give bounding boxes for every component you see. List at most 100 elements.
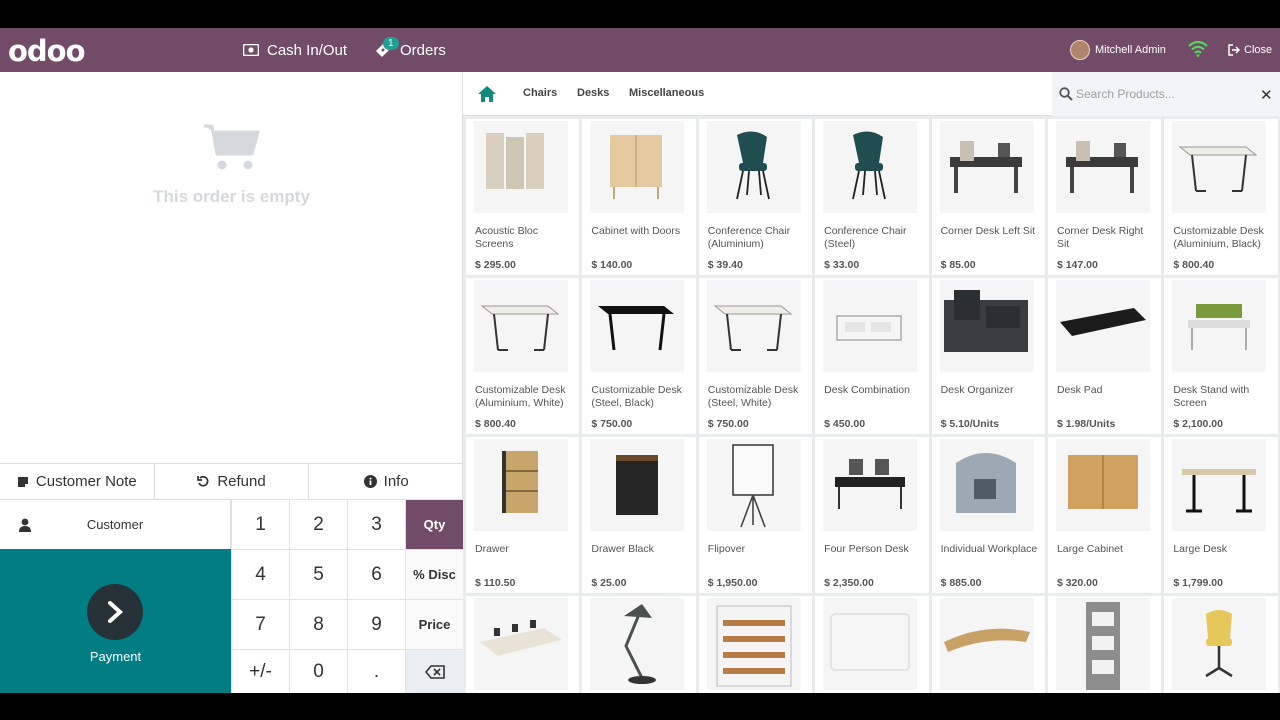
orders-button[interactable]: 1 Orders [374, 28, 446, 72]
product-image [706, 439, 801, 531]
info-label: Info [383, 473, 409, 490]
pos-screen: odoo Cash In/Out 1 Orders Mitchell Admin… [0, 28, 1280, 693]
customer-button[interactable]: Customer [0, 499, 231, 549]
product-search: ✕ [1052, 72, 1280, 116]
numpad-key-4[interactable]: 4 [231, 549, 289, 599]
product-card[interactable]: Corner Desk Right Sit $ 147.00 [1047, 119, 1162, 275]
order-panel: This order is empty Customer Note Refund… [0, 72, 463, 693]
refund-label: Refund [217, 473, 266, 490]
product-image [939, 121, 1034, 213]
home-icon[interactable] [477, 85, 497, 103]
product-card[interactable] [466, 596, 580, 693]
product-card[interactable]: Conference Chair (Aluminium) $ 39.40 [698, 119, 813, 275]
close-button[interactable]: Close [1228, 28, 1272, 72]
numpad-price-mode[interactable]: Price [405, 599, 463, 649]
product-card[interactable]: Individual Workplace $ 885.00 [931, 437, 1045, 593]
product-image [1055, 598, 1150, 690]
numpad-discount-mode[interactable]: % Disc [405, 549, 463, 599]
product-card[interactable]: Acoustic Bloc Screens $ 295.00 [466, 119, 580, 275]
product-image [706, 598, 801, 690]
search-input[interactable] [1076, 83, 1246, 105]
product-price: $ 25.00 [591, 577, 627, 589]
product-card[interactable]: Desk Combination $ 450.00 [815, 278, 929, 434]
product-card[interactable]: Drawer $ 110.50 [466, 437, 580, 593]
product-card[interactable]: Customizable Desk (Aluminium, Black) $ 80… [1164, 119, 1278, 275]
product-name: Conference Chair (Steel) [824, 225, 907, 250]
product-card[interactable] [931, 596, 1045, 693]
product-card[interactable]: Customizable Desk (Steel, White) $ 750.00 [698, 278, 813, 434]
numpad-key-5[interactable]: 5 [289, 549, 347, 599]
product-price: $ 450.00 [824, 418, 866, 430]
product-card[interactable] [582, 596, 696, 693]
numpad-key-plus-minus[interactable]: +/- [231, 649, 289, 693]
customer-note-button[interactable]: Customer Note [0, 464, 155, 499]
numpad-key-0[interactable]: 0 [289, 649, 347, 693]
clear-search-icon[interactable]: ✕ [1260, 86, 1273, 104]
product-image [1055, 439, 1150, 531]
refund-button[interactable]: Refund [155, 464, 310, 499]
product-price: $ 39.40 [707, 259, 743, 271]
product-card[interactable]: Corner Desk Left Sit $ 85.00 [931, 119, 1045, 275]
product-card[interactable] [698, 596, 813, 693]
drawer-icon [502, 451, 538, 513]
product-price: $ 110.50 [475, 577, 516, 589]
numpad-key-8[interactable]: 8 [289, 599, 347, 649]
product-price: $ 750.00 [591, 418, 633, 430]
user-name: Mitchell Admin [1095, 44, 1166, 56]
numpad-key-9[interactable]: 9 [347, 599, 405, 649]
product-price: $ 33.00 [824, 259, 860, 271]
product-price: $ 1.98/Units [1056, 418, 1116, 430]
numpad-key-7[interactable]: 7 [231, 599, 289, 649]
product-card[interactable]: Desk Stand with Screen $ 2,100.00 [1164, 278, 1278, 434]
numpad-backspace[interactable] [405, 649, 463, 693]
product-card[interactable] [815, 596, 929, 693]
product-image [474, 439, 568, 531]
numpad-key-3[interactable]: 3 [347, 499, 405, 549]
product-card[interactable]: Conference Chair (Steel) $ 33.00 [815, 119, 929, 275]
product-card[interactable]: Large Cabinet $ 320.00 [1047, 437, 1162, 593]
product-image [706, 121, 801, 213]
video-letterbox-top [0, 0, 1280, 28]
video-letterbox-bottom [0, 693, 1280, 720]
desk-combo-icon [836, 315, 902, 341]
corner-desk-icon [949, 141, 1022, 193]
category-chairs[interactable]: Chairs [523, 87, 557, 99]
info-button[interactable]: Info [309, 464, 463, 499]
product-image [1172, 280, 1267, 372]
product-image [706, 280, 801, 372]
desk-icon [480, 305, 560, 351]
pad-icon [1059, 308, 1146, 336]
product-name: Customizable Desk (Aluminium, White) [475, 384, 566, 409]
product-name: Four Person Desk [824, 543, 909, 555]
numpad-key-6[interactable]: 6 [347, 549, 405, 599]
product-image [590, 121, 685, 213]
chevron-right-icon [108, 601, 123, 623]
product-card[interactable]: Customizable Desk (Steel, Black) $ 750.00 [582, 278, 696, 434]
product-card[interactable]: Customizable Desk (Aluminium, White) $ 80… [466, 278, 580, 434]
product-image [1055, 121, 1150, 213]
product-name: Drawer Black [591, 543, 654, 555]
user-menu[interactable]: Mitchell Admin [1070, 28, 1166, 72]
product-card[interactable]: Drawer Black $ 25.00 [582, 437, 696, 593]
category-desks[interactable]: Desks [577, 87, 609, 99]
product-price: $ 800.40 [475, 418, 516, 430]
odoo-logo: odoo [8, 34, 86, 68]
category-miscellaneous[interactable]: Miscellaneous [629, 87, 704, 99]
numpad-key-2[interactable]: 2 [289, 499, 347, 549]
category-bar: Chairs Desks Miscellaneous ✕ [463, 72, 1280, 116]
product-card[interactable]: Desk Organizer $ 5.10/Units [931, 278, 1045, 434]
numpad-qty-mode[interactable]: Qty [405, 499, 463, 549]
product-card[interactable]: Cabinet with Doors $ 140.00 [582, 119, 696, 275]
numpad-key-decimal[interactable]: . [347, 649, 405, 693]
product-price: $ 85.00 [940, 259, 976, 271]
product-card[interactable]: Four Person Desk $ 2,350.00 [815, 437, 929, 593]
payment-button[interactable]: Payment [0, 549, 231, 693]
product-card[interactable] [1047, 596, 1162, 693]
product-card[interactable] [1164, 596, 1278, 693]
cash-in-out-button[interactable]: Cash In/Out [243, 28, 347, 72]
product-card[interactable]: Desk Pad $ 1.98/Units [1047, 278, 1162, 434]
product-card[interactable]: Flipover $ 1,950.00 [698, 437, 813, 593]
product-card[interactable]: Large Desk $ 1,799.00 [1164, 437, 1278, 593]
numpad-key-1[interactable]: 1 [231, 499, 289, 549]
pos-header: odoo Cash In/Out 1 Orders Mitchell Admin… [0, 28, 1280, 72]
